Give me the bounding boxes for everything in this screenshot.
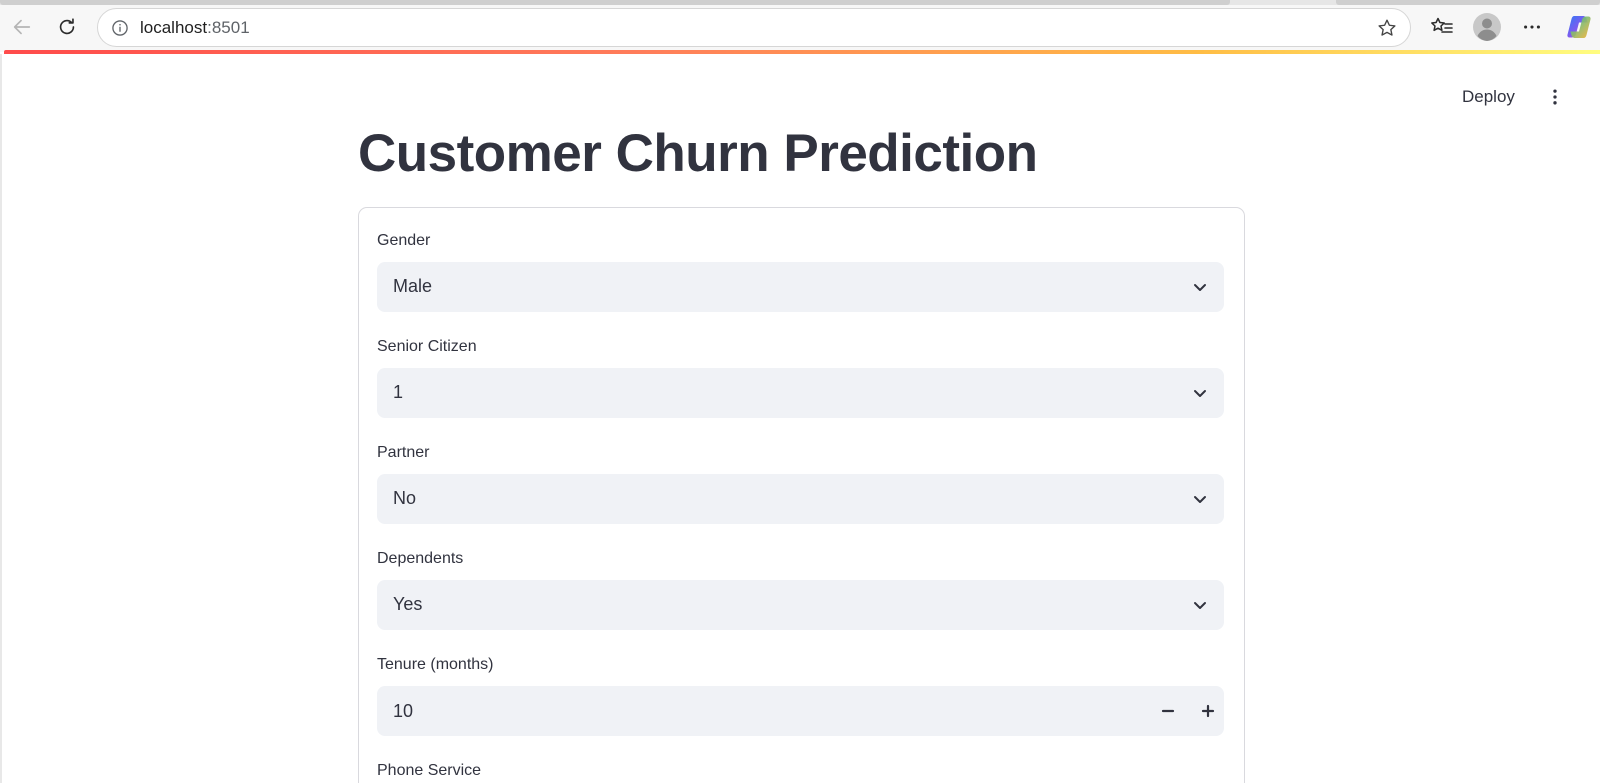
decrement-button[interactable]: [1155, 698, 1181, 724]
dependents-select[interactable]: Yes: [377, 580, 1224, 630]
app-main: Deploy Customer Churn Prediction Gender …: [0, 54, 1600, 783]
partner-label: Partner: [377, 444, 430, 461]
partner-select[interactable]: No: [377, 474, 1224, 524]
page-title: Customer Churn Prediction: [358, 124, 1038, 183]
url-host: localhost: [140, 18, 208, 37]
tab-strip-segment: [1336, 0, 1600, 5]
favorites-button[interactable]: [1426, 11, 1458, 43]
avatar-icon: [1473, 13, 1501, 41]
dependents-select-value: Yes: [393, 594, 423, 614]
address-bar[interactable]: localhost:8501: [97, 8, 1411, 47]
favorite-star-button[interactable]: [1374, 15, 1400, 41]
copilot-icon: [1567, 16, 1591, 38]
partner-select-value: No: [393, 488, 417, 508]
reload-icon: [59, 18, 75, 35]
star-icon: [1378, 19, 1396, 36]
site-info-icon[interactable]: [108, 16, 132, 40]
tenure-number-input: [377, 686, 1224, 736]
gender-select[interactable]: Male: [377, 262, 1224, 312]
plus-icon: [1201, 704, 1215, 718]
copilot-button[interactable]: [1563, 11, 1595, 43]
url-port: :8501: [207, 18, 250, 37]
chevron-down-icon: [1190, 595, 1210, 615]
tab-strip: [0, 0, 1600, 5]
minus-icon: [1161, 709, 1175, 713]
back-button[interactable]: [6, 11, 38, 43]
senior-citizen-select-value: 1: [393, 382, 404, 402]
chevron-down-icon: [1190, 277, 1210, 297]
phone-service-label: Phone Service: [377, 762, 482, 779]
arrow-left-icon: [13, 19, 31, 35]
browser-menu-button[interactable]: [1516, 11, 1548, 43]
app-menu-button[interactable]: [1542, 84, 1568, 110]
prediction-form: Gender Male Senior Citizen 1 Partner No …: [358, 207, 1245, 783]
increment-button[interactable]: [1195, 698, 1221, 724]
gender-select-value: Male: [393, 276, 433, 296]
tenure-input[interactable]: [377, 686, 1137, 736]
tenure-label: Tenure (months): [377, 656, 494, 673]
gender-label: Gender: [377, 232, 431, 249]
chevron-down-icon: [1190, 383, 1210, 403]
chevron-down-icon: [1190, 489, 1210, 509]
favorites-list-icon: [1431, 17, 1453, 33]
more-horizontal-icon: [1524, 25, 1540, 29]
profile-button[interactable]: [1471, 11, 1503, 43]
deploy-button[interactable]: Deploy: [1458, 84, 1519, 110]
browser-toolbar: localhost:8501: [0, 0, 1600, 52]
info-icon: [112, 20, 128, 36]
more-vertical-icon: [1553, 89, 1557, 105]
senior-citizen-select[interactable]: 1: [377, 368, 1224, 418]
reload-button[interactable]: [51, 11, 83, 43]
dependents-label: Dependents: [377, 550, 464, 567]
senior-citizen-label: Senior Citizen: [377, 338, 477, 355]
tab-strip-segment: [0, 0, 1230, 5]
url-text[interactable]: localhost:8501: [140, 18, 250, 38]
